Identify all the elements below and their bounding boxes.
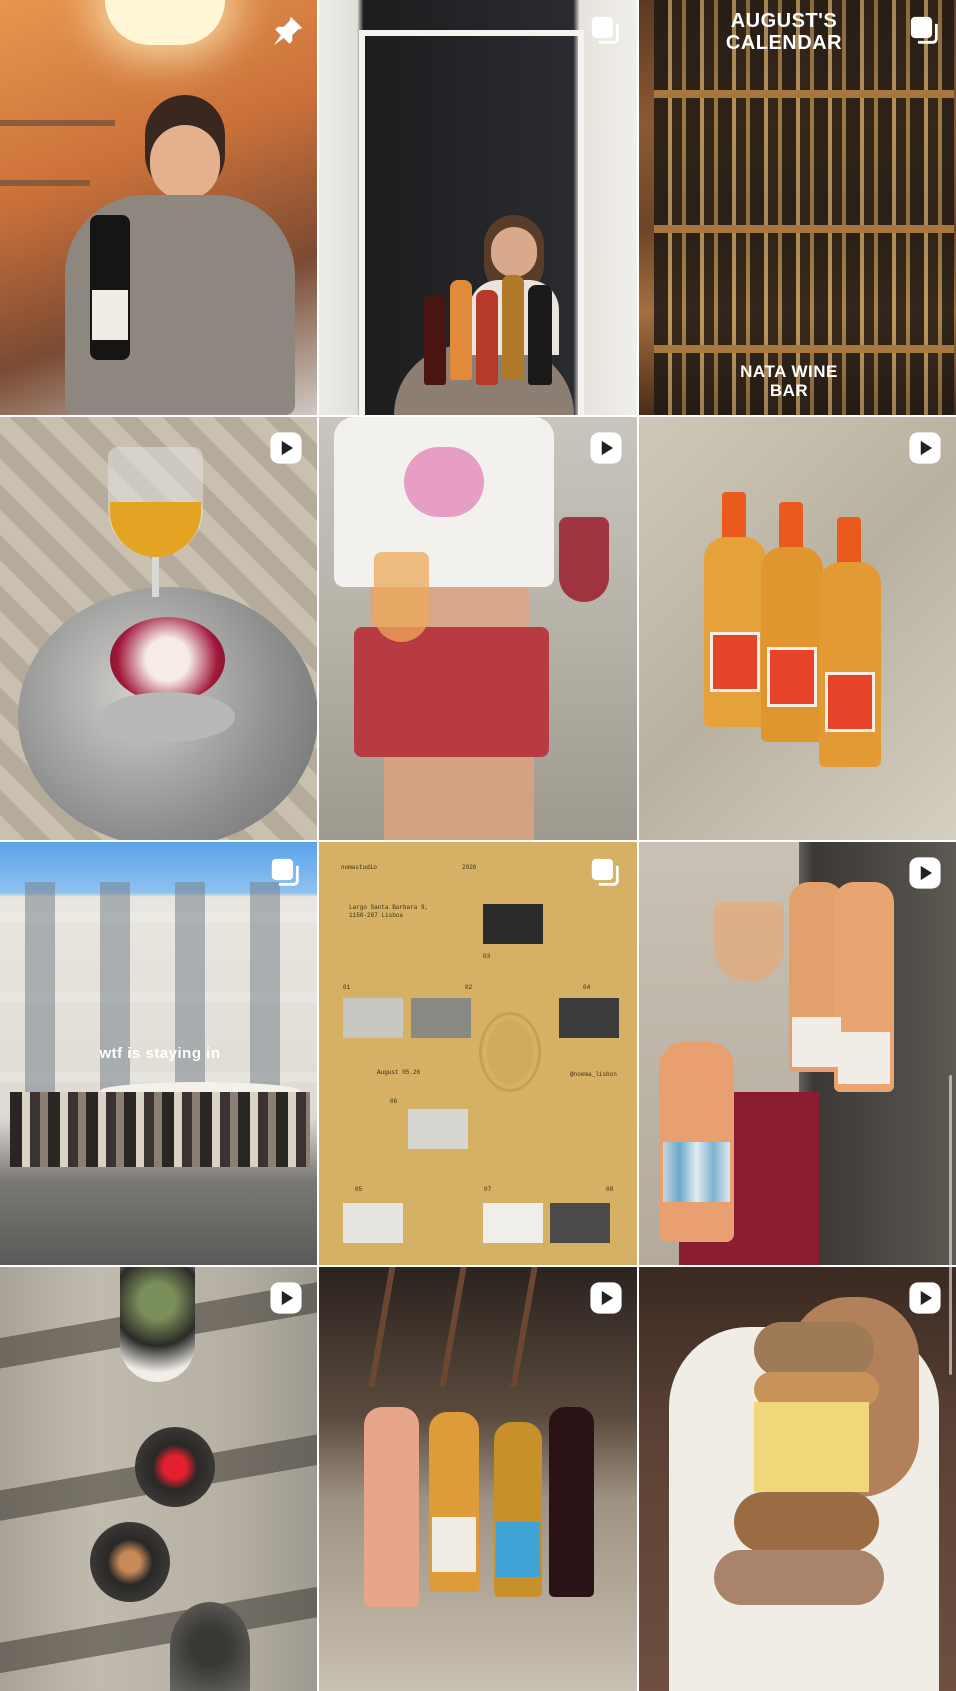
bottle-label [432, 1517, 476, 1572]
crowd [10, 1092, 310, 1167]
poster-photo-05 [343, 1203, 403, 1243]
poster-number-08: 08 [606, 1186, 614, 1193]
poster-photo-01 [343, 998, 403, 1038]
pin-icon [273, 16, 303, 46]
post-tile-5[interactable] [319, 417, 637, 840]
poster-address-line2: 1150-287 Lisboa [349, 912, 404, 919]
bottle-label [838, 1032, 890, 1084]
bottle-trio [704, 492, 884, 782]
shelf [654, 90, 954, 98]
bottle-label [792, 1017, 841, 1067]
wine-glass [108, 447, 203, 597]
poster-photo-02 [411, 998, 471, 1038]
post-tile-6[interactable] [639, 417, 956, 840]
bottle-top [135, 1427, 215, 1507]
poster-handle: @noema_lisbon [570, 1071, 617, 1078]
carousel-icon [591, 16, 619, 44]
shelf [654, 225, 954, 233]
cheese-block [754, 1402, 869, 1492]
bread-loaf [734, 1492, 879, 1552]
poster-number-02: 02 [465, 984, 473, 991]
post-tile-3[interactable]: AUGUST'S CALENDAR NATA WINE BAR [639, 0, 956, 415]
shelf [0, 120, 115, 126]
stool-legs [359, 1267, 579, 1387]
reel-icon [909, 1282, 941, 1314]
poster-photo-06 [408, 1109, 468, 1149]
poster-number-05: 05 [355, 1186, 363, 1193]
bottle-top [90, 1522, 170, 1602]
post-tile-8[interactable]: nomastudio 2026 Largo Santa Barbara 9, 1… [319, 842, 637, 1265]
shelf [654, 345, 954, 353]
poster-address-line1: Largo Santa Barbara 9, [349, 904, 429, 911]
poster-number-01: 01 [343, 984, 351, 991]
dessert-bowl [110, 617, 225, 702]
bottle-top [120, 1267, 195, 1382]
carousel-icon [910, 16, 938, 44]
reel-icon [909, 432, 941, 464]
post-tile-12[interactable] [639, 1267, 956, 1691]
calendar-title: AUGUST'S CALENDAR [725, 10, 843, 54]
wine-glass [714, 902, 784, 982]
carousel-icon [591, 858, 619, 886]
poster-brand: nomastudio [341, 864, 378, 871]
poster-number-04: 04 [583, 984, 591, 991]
post-tile-7[interactable]: wtf is staying in [0, 842, 317, 1265]
person-figure [329, 417, 579, 840]
post-tile-1[interactable] [0, 0, 317, 415]
poster-date: August 05.26 [377, 1069, 421, 1076]
bar-name: NATA WINE BAR [740, 362, 838, 400]
wine-glass [374, 552, 429, 642]
person-figure [65, 95, 295, 415]
poster-year: 2026 [462, 864, 477, 871]
wine-glass [559, 517, 609, 602]
bread-loaf [754, 1322, 874, 1377]
reel-icon [590, 1282, 622, 1314]
poster-number-06: 06 [390, 1098, 398, 1105]
saucer [100, 692, 235, 742]
poster-photo-08 [550, 1203, 610, 1243]
poster-number-07: 07 [484, 1186, 492, 1193]
poster-photo-07 [483, 1203, 543, 1243]
bread-loaf [714, 1550, 884, 1605]
profile-posts-grid: AUGUST'S CALENDAR NATA WINE BAR wtf is s… [0, 0, 956, 1691]
bottle-top [170, 1602, 250, 1691]
carousel-icon [271, 858, 299, 886]
reel-icon [270, 1282, 302, 1314]
bottle [364, 1407, 419, 1607]
poster-photo-03 [483, 904, 543, 944]
poster-number-03: 03 [483, 953, 491, 960]
reel-icon [909, 857, 941, 889]
poster-emblem [479, 1012, 541, 1092]
reel-icon [590, 432, 622, 464]
post-caption: wtf is staying in [99, 1045, 221, 1062]
post-tile-11[interactable] [319, 1267, 637, 1691]
bottle-row [424, 275, 574, 385]
bottle-label [663, 1142, 730, 1202]
post-tile-10[interactable] [0, 1267, 317, 1691]
bottle [549, 1407, 594, 1597]
bottle-label [496, 1522, 540, 1577]
scrollbar[interactable] [949, 1075, 952, 1375]
shelf [0, 180, 90, 186]
poster-photo-04 [559, 998, 619, 1038]
reel-icon [270, 432, 302, 464]
post-tile-2[interactable] [319, 0, 637, 415]
post-tile-9[interactable] [639, 842, 956, 1265]
post-tile-4[interactable] [0, 417, 317, 840]
